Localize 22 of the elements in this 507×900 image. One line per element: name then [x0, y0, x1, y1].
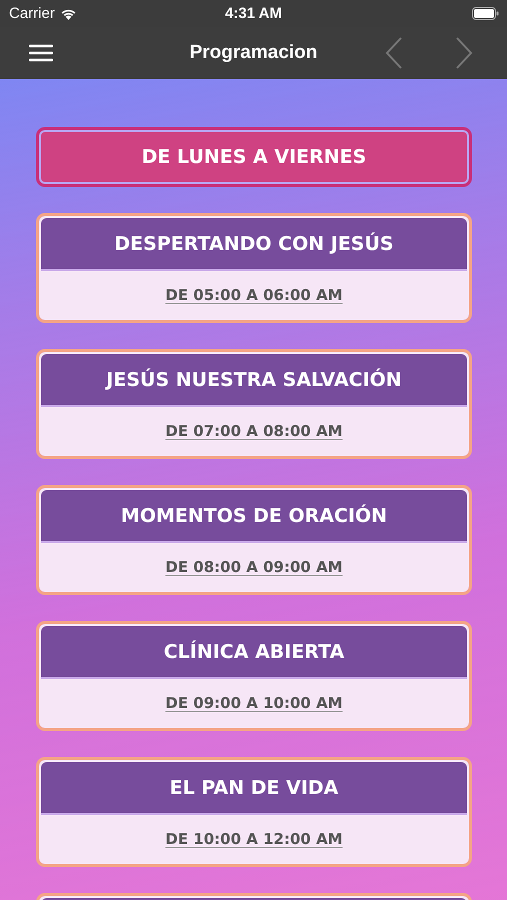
program-title: DESPERTANDO CON JESÚS: [114, 232, 394, 254]
program-time: DE 08:00 A 09:00 AM: [165, 558, 343, 576]
program-card[interactable]: DESPERTANDO CON JESÚS DE 05:00 A 06:00 AM: [36, 213, 472, 323]
program-card[interactable]: JESÚS NUESTRA SALVACIÓN DE 07:00 A 08:00 AM: [36, 349, 472, 459]
menu-icon[interactable]: [29, 44, 53, 62]
program-card[interactable]: MOMENTOS DE ORACIÓN DE 08:00 A 09:00 AM: [36, 485, 472, 595]
wifi-icon: [60, 7, 77, 20]
program-time: DE 10:00 A 12:00 AM: [165, 830, 343, 848]
program-time: DE 07:00 A 08:00 AM: [165, 422, 343, 440]
program-title: EL PAN DE VIDA: [170, 776, 338, 798]
program-card[interactable]: EL PAN DE VIDA DE 10:00 A 12:00 AM: [36, 757, 472, 867]
program-title: JESÚS NUESTRA SALVACIÓN: [106, 368, 402, 390]
program-card[interactable]: CLÍNICA ABIERTA DE 09:00 A 10:00 AM: [36, 621, 472, 731]
program-time: DE 09:00 A 10:00 AM: [165, 694, 343, 712]
screen-title: Programacion: [190, 42, 318, 64]
program-time: DE 05:00 A 06:00 AM: [165, 286, 343, 304]
carrier-label: Carrier: [9, 5, 55, 22]
program-title: MOMENTOS DE ORACIÓN: [120, 504, 388, 526]
schedule-day-button[interactable]: DE LUNES A VIERNES: [36, 127, 472, 187]
clock-time: 4:31 AM: [225, 5, 282, 22]
battery-icon: [472, 7, 499, 20]
program-title: CLÍNICA ABIERTA: [164, 640, 344, 662]
